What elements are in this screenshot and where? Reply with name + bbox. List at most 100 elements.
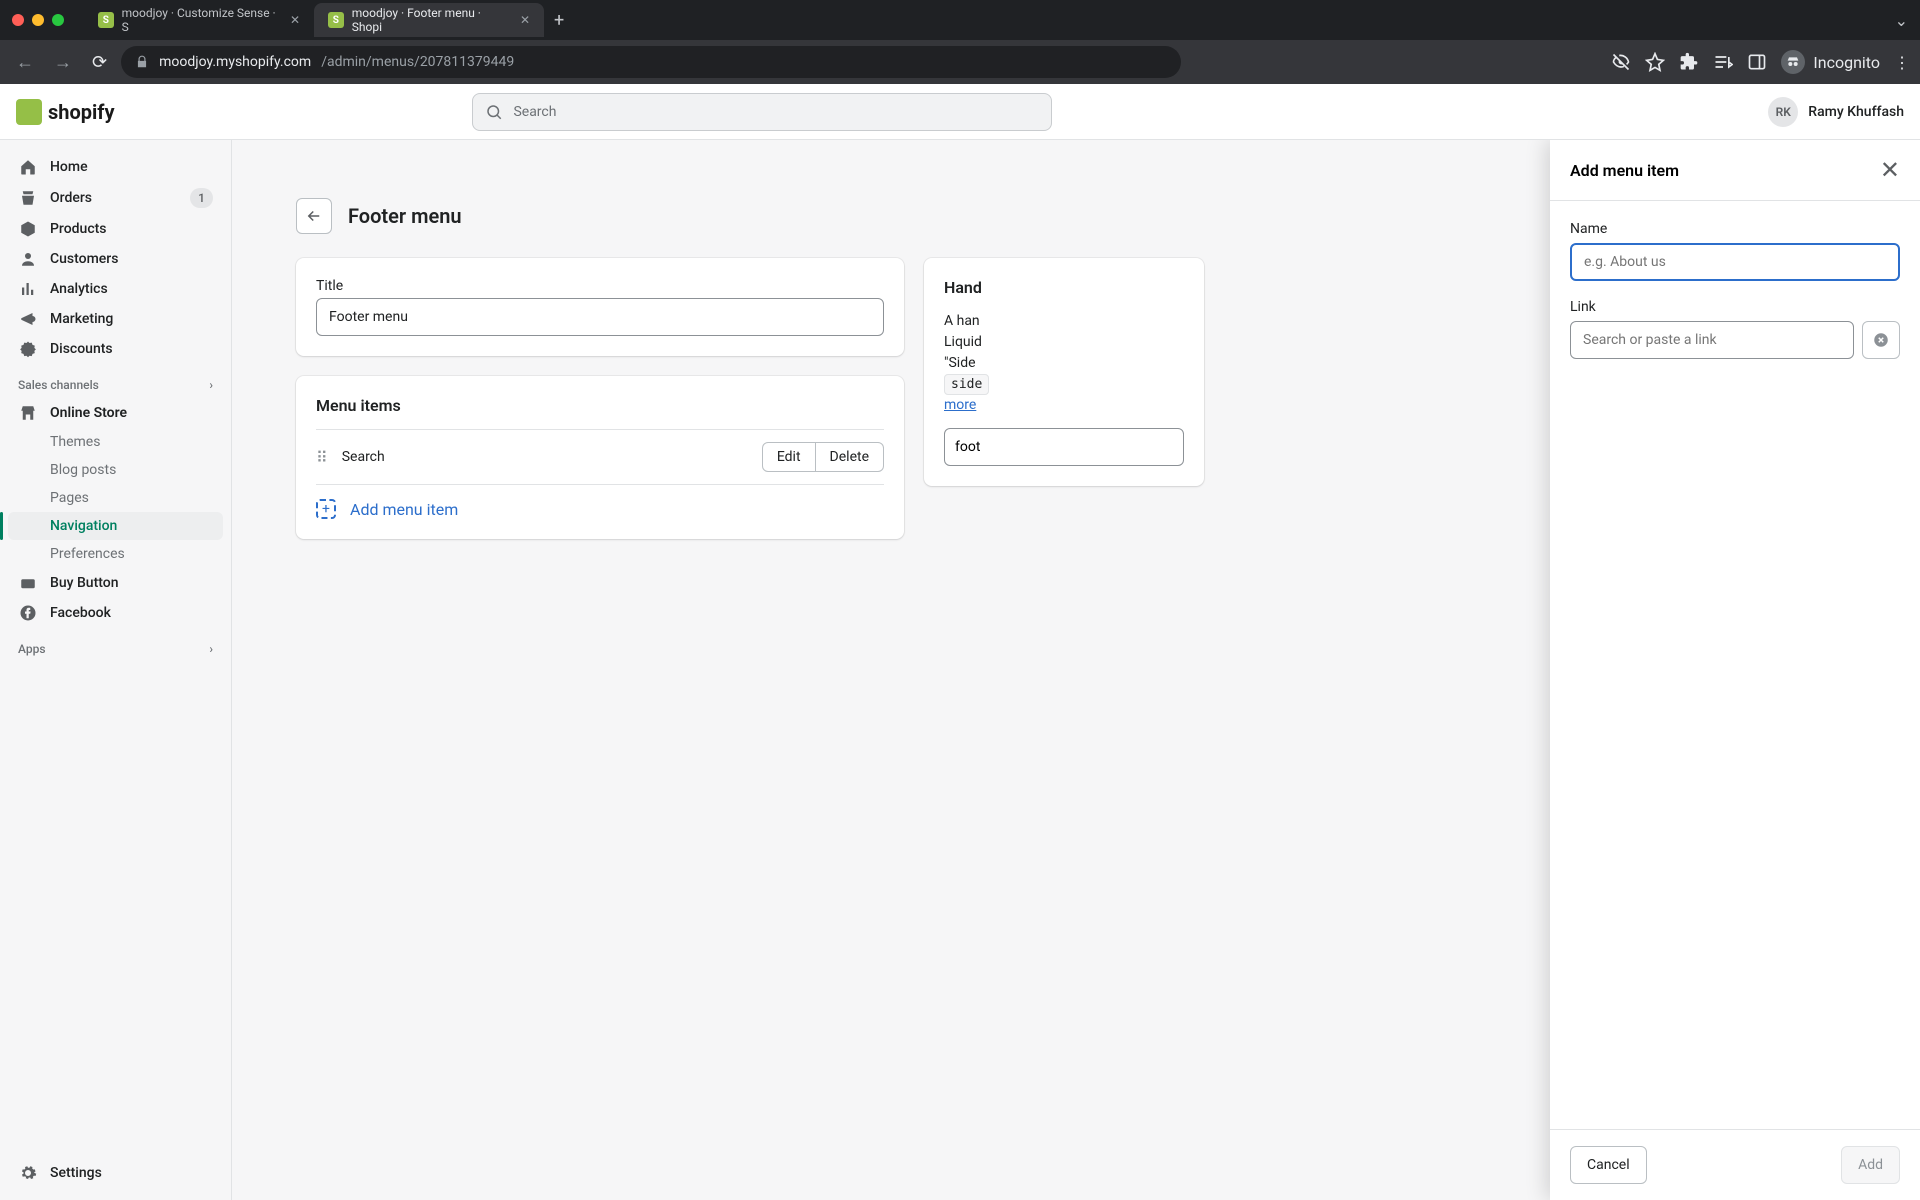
user-name: Ramy Khuffash bbox=[1808, 104, 1904, 120]
close-tab-icon[interactable]: ✕ bbox=[520, 13, 530, 27]
playlist-icon[interactable] bbox=[1713, 52, 1733, 72]
handle-description: A han Liquid "Side side more bbox=[944, 311, 1184, 416]
sidebar-sub-themes[interactable]: Themes bbox=[8, 428, 223, 456]
delete-button[interactable]: Delete bbox=[816, 442, 884, 472]
facebook-icon bbox=[18, 604, 38, 622]
nav-label: Analytics bbox=[50, 281, 108, 297]
new-tab-button[interactable]: + bbox=[554, 10, 564, 31]
drawer-title: Add menu item bbox=[1570, 161, 1679, 180]
drag-handle-icon[interactable]: ⠿ bbox=[316, 448, 328, 467]
chevron-right-icon[interactable]: › bbox=[209, 642, 213, 656]
sidebar-item-orders[interactable]: Orders 1 bbox=[8, 182, 223, 214]
minimize-window-button[interactable] bbox=[32, 14, 44, 26]
cancel-button[interactable]: Cancel bbox=[1570, 1146, 1647, 1184]
eye-off-icon[interactable] bbox=[1611, 52, 1631, 72]
sidebar-sub-preferences[interactable]: Preferences bbox=[8, 540, 223, 568]
back-icon[interactable]: ← bbox=[10, 46, 40, 79]
sidebar-sub-navigation[interactable]: Navigation bbox=[8, 512, 223, 540]
sidebar-item-analytics[interactable]: Analytics bbox=[8, 274, 223, 304]
shopify-logo-icon bbox=[16, 99, 42, 125]
shopify-logo[interactable]: shopify bbox=[16, 99, 115, 125]
name-input[interactable] bbox=[1570, 243, 1900, 281]
panel-icon[interactable] bbox=[1747, 52, 1767, 72]
add-menu-item-drawer: Add menu item ✕ Name Link Cancel Add bbox=[1550, 140, 1920, 1200]
avatar: RK bbox=[1768, 97, 1798, 127]
sidebar-item-customers[interactable]: Customers bbox=[8, 244, 223, 274]
sidebar-sub-pages[interactable]: Pages bbox=[8, 484, 223, 512]
sidebar-item-products[interactable]: Products bbox=[8, 214, 223, 244]
forward-icon: → bbox=[48, 46, 78, 79]
search-icon bbox=[485, 103, 503, 121]
sidebar-item-facebook[interactable]: Facebook bbox=[8, 598, 223, 628]
discounts-icon bbox=[18, 340, 38, 358]
user-menu[interactable]: RK Ramy Khuffash bbox=[1768, 97, 1904, 127]
buy-button-icon bbox=[18, 574, 38, 592]
app-header: shopify Search RK Ramy Khuffash bbox=[0, 84, 1920, 140]
nav-label: Facebook bbox=[50, 605, 111, 621]
marketing-icon bbox=[18, 310, 38, 328]
tab-strip: S moodjoy · Customize Sense · S ✕ S mood… bbox=[84, 3, 564, 37]
title-input[interactable] bbox=[316, 298, 884, 336]
sidebar: Home Orders 1 Products Customers Analytic… bbox=[0, 140, 232, 1200]
analytics-icon bbox=[18, 280, 38, 298]
apps-section-label: Apps› bbox=[8, 628, 223, 662]
title-card: Title bbox=[296, 258, 904, 356]
sidebar-item-marketing[interactable]: Marketing bbox=[8, 304, 223, 334]
sidebar-item-discounts[interactable]: Discounts bbox=[8, 334, 223, 364]
store-icon bbox=[18, 404, 38, 422]
nav-label: Preferences bbox=[50, 546, 125, 562]
browser-tab[interactable]: S moodjoy · Customize Sense · S ✕ bbox=[84, 3, 314, 37]
profile-chip[interactable]: Incognito bbox=[1781, 50, 1880, 74]
nav-label: Buy Button bbox=[50, 575, 119, 591]
nav-label: Navigation bbox=[50, 518, 117, 534]
address-bar[interactable]: moodjoy.myshopify.com/admin/menus/207811… bbox=[121, 46, 1181, 78]
sidebar-item-online-store[interactable]: Online Store bbox=[8, 398, 223, 428]
favicon-icon: S bbox=[98, 12, 114, 28]
browser-tab-active[interactable]: S moodjoy · Footer menu · Shopi ✕ bbox=[314, 3, 544, 37]
handle-heading: Hand bbox=[944, 278, 1184, 297]
plus-dashed-icon: + bbox=[316, 499, 336, 519]
add-button[interactable]: Add bbox=[1841, 1146, 1900, 1184]
close-tab-icon[interactable]: ✕ bbox=[290, 13, 300, 27]
browser-toolbar: ← → ⟳ moodjoy.myshopify.com/admin/menus/… bbox=[0, 40, 1920, 84]
maximize-window-button[interactable] bbox=[52, 14, 64, 26]
main-content: Footer menu Title Menu items ⠿ Search Ed… bbox=[232, 140, 1920, 1200]
nav-label: Home bbox=[50, 159, 88, 175]
global-search[interactable]: Search bbox=[472, 93, 1052, 131]
reload-icon[interactable]: ⟳ bbox=[86, 46, 113, 79]
favicon-icon: S bbox=[328, 12, 344, 28]
chevron-down-icon[interactable]: ⌄ bbox=[1895, 11, 1908, 30]
close-window-button[interactable] bbox=[12, 14, 24, 26]
title-label: Title bbox=[316, 278, 884, 294]
menu-icon[interactable]: ⋮ bbox=[1894, 53, 1910, 72]
link-label: Link bbox=[1570, 299, 1900, 315]
handle-input[interactable]: foot bbox=[944, 428, 1184, 466]
nav-label: Blog posts bbox=[50, 462, 116, 478]
sidebar-item-settings[interactable]: Settings bbox=[8, 1158, 223, 1188]
add-menu-item-button[interactable]: + Add menu item bbox=[316, 484, 884, 519]
sidebar-item-home[interactable]: Home bbox=[8, 152, 223, 182]
handle-code: side bbox=[944, 374, 989, 395]
sidebar-sub-blog-posts[interactable]: Blog posts bbox=[8, 456, 223, 484]
nav-label: Orders bbox=[50, 190, 92, 206]
search-placeholder: Search bbox=[513, 104, 556, 120]
browser-actions: Incognito ⋮ bbox=[1611, 50, 1910, 74]
profile-label: Incognito bbox=[1813, 53, 1880, 72]
star-icon[interactable] bbox=[1645, 52, 1665, 72]
sidebar-item-buy-button[interactable]: Buy Button bbox=[8, 568, 223, 598]
products-icon bbox=[18, 220, 38, 238]
learn-more-link[interactable]: more bbox=[944, 397, 976, 413]
orders-icon bbox=[18, 189, 38, 207]
nav-label: Customers bbox=[50, 251, 118, 267]
nav-label: Products bbox=[50, 221, 107, 237]
extensions-icon[interactable] bbox=[1679, 52, 1699, 72]
back-button[interactable] bbox=[296, 198, 332, 234]
clear-link-button[interactable] bbox=[1862, 321, 1900, 359]
menu-items-card: Menu items ⠿ Search Edit Delete + Add me… bbox=[296, 376, 904, 539]
incognito-icon bbox=[1781, 50, 1805, 74]
edit-button[interactable]: Edit bbox=[762, 442, 816, 472]
close-icon[interactable]: ✕ bbox=[1880, 156, 1900, 184]
chevron-right-icon[interactable]: › bbox=[209, 378, 213, 392]
link-input[interactable] bbox=[1570, 321, 1854, 359]
orders-badge: 1 bbox=[190, 188, 213, 208]
